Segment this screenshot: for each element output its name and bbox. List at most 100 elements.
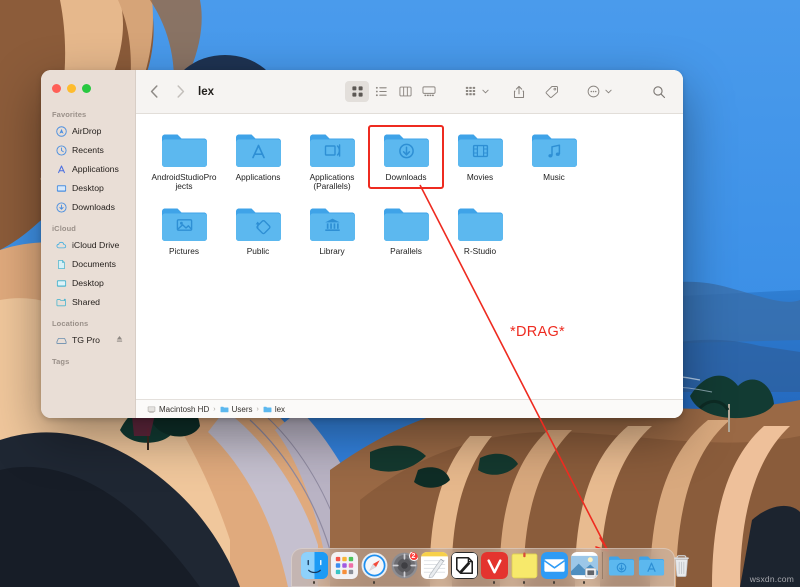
dock-item-preview[interactable] — [569, 552, 599, 585]
icon-view-button[interactable] — [345, 81, 369, 102]
shared-folder-icon — [56, 297, 67, 308]
path-bar[interactable]: Macintosh HD › Users › lex — [136, 399, 683, 418]
folder-icon — [263, 405, 272, 414]
sidebar-section-locations: Locations — [41, 312, 135, 331]
file-item-downloads-selected[interactable]: Downloads — [369, 126, 443, 188]
dock[interactable]: 2 — [291, 548, 675, 587]
path-segment-users[interactable]: Users — [220, 405, 253, 414]
dock-folder-applications[interactable] — [636, 552, 666, 585]
sidebar-item-shared[interactable]: Shared — [45, 293, 130, 311]
eject-icon[interactable] — [116, 335, 123, 343]
sidebar-item-icloud-drive[interactable]: iCloud Drive — [45, 236, 130, 254]
forward-button[interactable] — [172, 83, 189, 100]
share-button[interactable] — [507, 81, 531, 102]
path-segment-lex[interactable]: lex — [263, 405, 285, 414]
file-item[interactable]: Movies — [443, 126, 517, 192]
sidebar-item-recents[interactable]: Recents — [45, 141, 130, 159]
document-icon — [56, 259, 67, 270]
file-label: Pictures — [169, 247, 199, 256]
desktop-icon — [56, 183, 67, 194]
back-button[interactable] — [146, 83, 163, 100]
dock-item-stickies[interactable] — [509, 552, 539, 585]
file-label: R-Studio — [464, 247, 496, 256]
file-item[interactable]: Library — [295, 200, 369, 256]
chevron-down-icon[interactable] — [603, 89, 613, 94]
running-indicator — [313, 581, 316, 584]
window-controls[interactable] — [41, 77, 135, 103]
plain-folder-icon — [383, 204, 430, 243]
sidebar-section-tags: Tags — [41, 350, 135, 369]
view-mode-group[interactable] — [345, 81, 441, 102]
file-label: Applications (Parallels) — [299, 173, 365, 192]
dock-item-mail[interactable] — [539, 552, 569, 585]
sidebar-item-desktop[interactable]: Desktop — [45, 179, 130, 197]
site-watermark: wsxdn.com — [750, 574, 794, 584]
dock-folder-downloads[interactable] — [606, 552, 636, 585]
sidebar-label: Shared — [72, 297, 100, 307]
harddisk-icon — [147, 405, 156, 414]
dock-item-system-preferences[interactable]: 2 — [389, 552, 419, 585]
path-label: Users — [232, 405, 253, 414]
dock-item-trash[interactable] — [666, 552, 696, 585]
dock-divider — [602, 552, 603, 579]
system-preferences-icon: 2 — [391, 552, 418, 579]
minimize-button[interactable] — [67, 84, 76, 93]
download-icon — [56, 202, 67, 213]
chevron-down-icon[interactable] — [480, 89, 490, 94]
running-indicator — [553, 581, 556, 584]
dock-item-safari[interactable] — [359, 552, 389, 585]
dock-item-finder[interactable] — [299, 552, 329, 585]
folder-icon — [220, 405, 229, 414]
finder-sidebar[interactable]: Favorites AirDrop Recents Applications — [41, 70, 136, 418]
column-view-button[interactable] — [393, 81, 417, 102]
file-item[interactable]: Applications — [221, 126, 295, 192]
gallery-view-button[interactable] — [417, 81, 441, 102]
mail-icon — [541, 552, 568, 579]
sidebar-item-airdrop[interactable]: AirDrop — [45, 122, 130, 140]
zoom-button[interactable] — [82, 84, 91, 93]
safari-icon — [361, 552, 388, 579]
file-item[interactable]: Applications (Parallels) — [295, 126, 369, 192]
appstore-folder-icon — [235, 130, 282, 169]
file-grid[interactable]: AndroidStudioProjects Applications — [136, 126, 683, 256]
file-item[interactable]: AndroidStudioProjects — [147, 126, 221, 192]
file-item[interactable]: Music — [517, 126, 591, 192]
sidebar-label: iCloud Drive — [72, 240, 119, 250]
dock-item-notes[interactable] — [419, 552, 449, 585]
drag-annotation-label: *DRAG* — [510, 324, 565, 340]
search-button[interactable] — [647, 81, 671, 102]
sidebar-item-applications[interactable]: Applications — [45, 160, 130, 178]
sidebar-label: Applications — [72, 164, 119, 174]
sidebar-item-tg-pro[interactable]: TG Pro — [45, 331, 130, 349]
sidebar-item-documents[interactable]: Documents — [45, 255, 130, 273]
plain-folder-icon — [457, 204, 504, 243]
file-item[interactable]: Public — [221, 200, 295, 256]
file-item[interactable]: Parallels — [369, 200, 443, 256]
more-options-button[interactable] — [581, 81, 605, 102]
library-folder-icon — [309, 204, 356, 243]
file-browser-area[interactable]: AndroidStudioProjects Applications — [136, 114, 683, 399]
dock-item-colorpicker[interactable] — [449, 552, 479, 585]
downloads-folder-icon — [608, 552, 635, 579]
list-view-button[interactable] — [369, 81, 393, 102]
finder-toolbar[interactable]: lex — [136, 70, 683, 114]
sidebar-label: Downloads — [72, 202, 115, 212]
file-item[interactable]: R-Studio — [443, 200, 517, 256]
file-label: Downloads — [385, 173, 426, 182]
path-segment-macintosh-hd[interactable]: Macintosh HD — [147, 405, 209, 414]
parallels-folder-icon — [309, 130, 356, 169]
sidebar-label: AirDrop — [72, 126, 101, 136]
trash-icon — [668, 552, 695, 579]
tag-button[interactable] — [540, 81, 564, 102]
dock-item-vivaldi[interactable] — [479, 552, 509, 585]
file-item[interactable]: Pictures — [147, 200, 221, 256]
sidebar-item-downloads[interactable]: Downloads — [45, 198, 130, 216]
path-separator: › — [256, 406, 258, 413]
desktop-screen: Favorites AirDrop Recents Applications — [0, 0, 800, 587]
dock-item-launchpad[interactable] — [329, 552, 359, 585]
file-label: Parallels — [390, 247, 422, 256]
group-by-button[interactable] — [458, 81, 482, 102]
finder-window[interactable]: Favorites AirDrop Recents Applications — [41, 70, 683, 418]
sidebar-item-desktop-icloud[interactable]: Desktop — [45, 274, 130, 292]
close-button[interactable] — [52, 84, 61, 93]
